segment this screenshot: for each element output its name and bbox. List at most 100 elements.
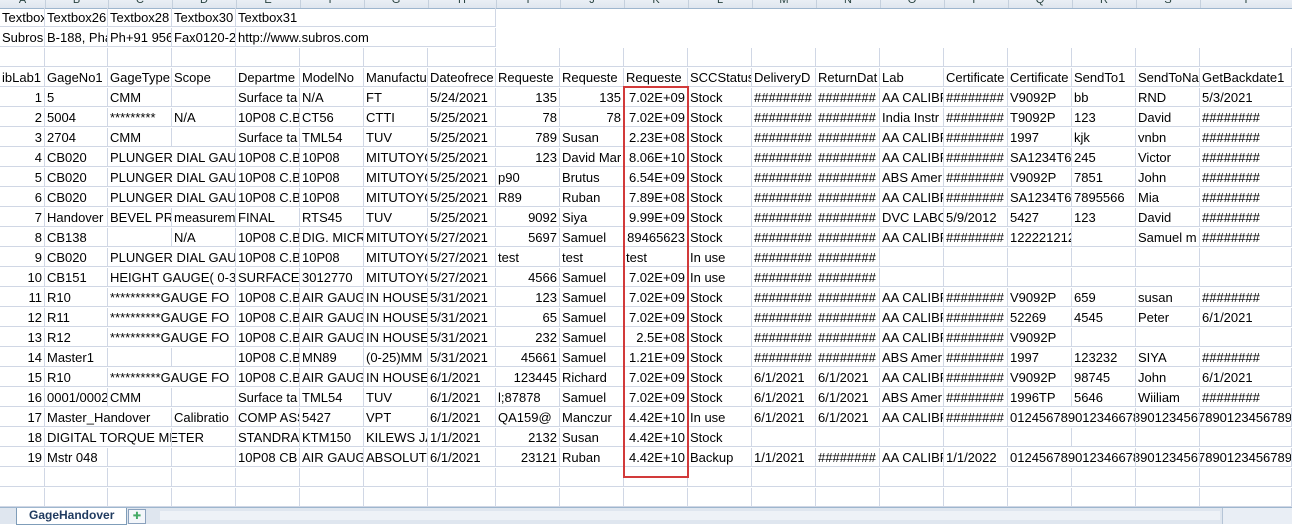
grid-cell[interactable] <box>1008 488 1072 507</box>
table-cell[interactable]: ######## <box>944 288 1008 307</box>
table-cell[interactable]: 7.02E+09 <box>624 108 688 127</box>
header-textbox-cell[interactable]: Textbox30 <box>172 8 236 27</box>
column-header-r[interactable]: R <box>1072 0 1137 8</box>
table-cell[interactable]: 6/1/2021 <box>752 368 816 387</box>
table-cell[interactable] <box>1200 268 1292 287</box>
header-textbox-cell[interactable]: Subros Lim <box>0 28 45 47</box>
table-cell[interactable]: 14 <box>0 348 45 367</box>
table-cell[interactable]: AA CALIBR <box>880 128 944 147</box>
table-cell[interactable]: 10P08 <box>300 168 364 187</box>
table-cell[interactable]: IN HOUSE <box>364 328 428 347</box>
table-cell[interactable]: CMM <box>108 388 172 407</box>
table-cell[interactable]: ######## <box>944 168 1008 187</box>
table-cell[interactable]: vnbn <box>1136 128 1200 147</box>
table-cell[interactable]: V9092P <box>1008 288 1072 307</box>
table-cell[interactable]: 6/1/2021 <box>816 368 880 387</box>
grid-cell[interactable] <box>624 468 688 487</box>
table-cell[interactable]: ######## <box>752 168 816 187</box>
table-cell[interactable]: ######## <box>944 408 1008 427</box>
table-cell[interactable]: 89465623 <box>624 228 688 247</box>
grid-cell[interactable] <box>1200 48 1292 67</box>
table-cell[interactable]: AA CALIBR <box>880 148 944 167</box>
table-cell[interactable]: MITUTOYO <box>364 168 428 187</box>
column-title[interactable]: GetBackdate1 <box>1200 68 1292 87</box>
column-title[interactable]: Requeste <box>496 68 560 87</box>
grid-cell[interactable] <box>45 488 108 507</box>
grid-cell[interactable] <box>688 48 752 67</box>
table-cell[interactable]: 4545 <box>1072 308 1136 327</box>
grid-cell[interactable] <box>0 468 45 487</box>
grid-cell[interactable] <box>816 468 880 487</box>
table-cell[interactable]: 1 <box>0 88 45 107</box>
table-cell[interactable]: 5/27/2021 <box>428 248 496 267</box>
table-cell[interactable]: Stock <box>688 348 752 367</box>
grid-cell[interactable] <box>364 48 428 67</box>
table-cell[interactable]: 5/9/2012 <box>944 208 1008 227</box>
table-cell[interactable]: QA159@ <box>496 408 560 427</box>
table-cell[interactable]: ######## <box>752 148 816 167</box>
table-cell[interactable]: Peter <box>1136 308 1200 327</box>
table-cell[interactable] <box>880 428 944 447</box>
table-cell[interactable]: 7.02E+09 <box>624 308 688 327</box>
column-header-p[interactable]: P <box>944 0 1009 8</box>
table-cell[interactable]: In use <box>688 268 752 287</box>
column-header-o[interactable]: O <box>880 0 945 8</box>
table-cell[interactable] <box>108 348 172 367</box>
table-cell[interactable]: ######## <box>944 368 1008 387</box>
table-cell[interactable]: ######## <box>1200 208 1292 227</box>
header-textbox-cell[interactable]: Textbox26 <box>45 8 108 27</box>
column-header-i[interactable]: I <box>496 0 561 8</box>
table-cell[interactable] <box>1200 448 1292 467</box>
table-cell[interactable]: 2.5E+08 <box>624 328 688 347</box>
grid-cell[interactable] <box>1200 468 1292 487</box>
table-cell[interactable]: 659 <box>1072 288 1136 307</box>
table-cell[interactable]: Stock <box>688 128 752 147</box>
table-cell[interactable]: 10P08 C.B. <box>236 188 300 207</box>
table-cell[interactable]: 5/24/2021 <box>428 88 496 107</box>
table-cell[interactable]: Samuel <box>560 328 624 347</box>
scrollbar-right-region[interactable] <box>1222 508 1292 524</box>
grid-cell[interactable] <box>172 468 236 487</box>
table-cell[interactable] <box>1136 408 1200 427</box>
table-cell[interactable] <box>880 248 944 267</box>
column-title[interactable]: Certificate <box>1008 68 1072 87</box>
table-cell[interactable]: 1/1/2021 <box>428 428 496 447</box>
table-cell[interactable]: Samuel <box>560 228 624 247</box>
column-title[interactable]: ModelNo <box>300 68 364 87</box>
table-cell[interactable]: 10P08 C.B. <box>236 248 300 267</box>
table-cell[interactable]: 11 <box>0 288 45 307</box>
table-cell[interactable] <box>944 428 1008 447</box>
table-cell[interactable]: ######## <box>816 308 880 327</box>
table-cell[interactable]: ######## <box>752 128 816 147</box>
table-cell[interactable]: R11 <box>45 308 108 327</box>
table-cell[interactable]: p90 <box>496 168 560 187</box>
table-cell[interactable]: Samuel m <box>1136 228 1200 247</box>
table-cell[interactable]: N/A <box>172 228 236 247</box>
insert-sheet-icon[interactable]: ✚ <box>128 509 146 524</box>
grid-cell[interactable] <box>428 488 496 507</box>
table-cell[interactable]: 2704 <box>45 128 108 147</box>
header-textbox-cell[interactable]: Textbox24 <box>0 8 45 27</box>
table-cell[interactable]: 7 <box>0 208 45 227</box>
table-cell[interactable]: AA CALIBR <box>880 328 944 347</box>
grid-cell[interactable] <box>1200 488 1292 507</box>
table-cell[interactable]: 65 <box>496 308 560 327</box>
table-cell[interactable]: SA1234T6 <box>1008 148 1072 167</box>
table-cell[interactable]: 5/25/2021 <box>428 108 496 127</box>
table-cell[interactable]: ######## <box>752 228 816 247</box>
table-cell[interactable]: Samuel <box>560 288 624 307</box>
table-cell[interactable]: Brutus <box>560 168 624 187</box>
table-cell[interactable]: Stock <box>688 188 752 207</box>
table-cell[interactable]: ######## <box>752 268 816 287</box>
table-cell[interactable]: ######## <box>816 128 880 147</box>
table-cell[interactable]: Samuel <box>560 308 624 327</box>
table-cell[interactable]: V9092P <box>1008 88 1072 107</box>
table-cell[interactable]: 1222212121212 <box>1008 228 1072 247</box>
table-cell[interactable]: 5/31/2021 <box>428 308 496 327</box>
table-cell[interactable]: ######## <box>816 328 880 347</box>
table-cell[interactable] <box>172 268 236 287</box>
table-cell[interactable]: ######## <box>1200 388 1292 407</box>
table-cell[interactable]: AIR GAUG <box>300 328 364 347</box>
table-cell[interactable]: In use <box>688 408 752 427</box>
table-cell[interactable]: 232 <box>496 328 560 347</box>
